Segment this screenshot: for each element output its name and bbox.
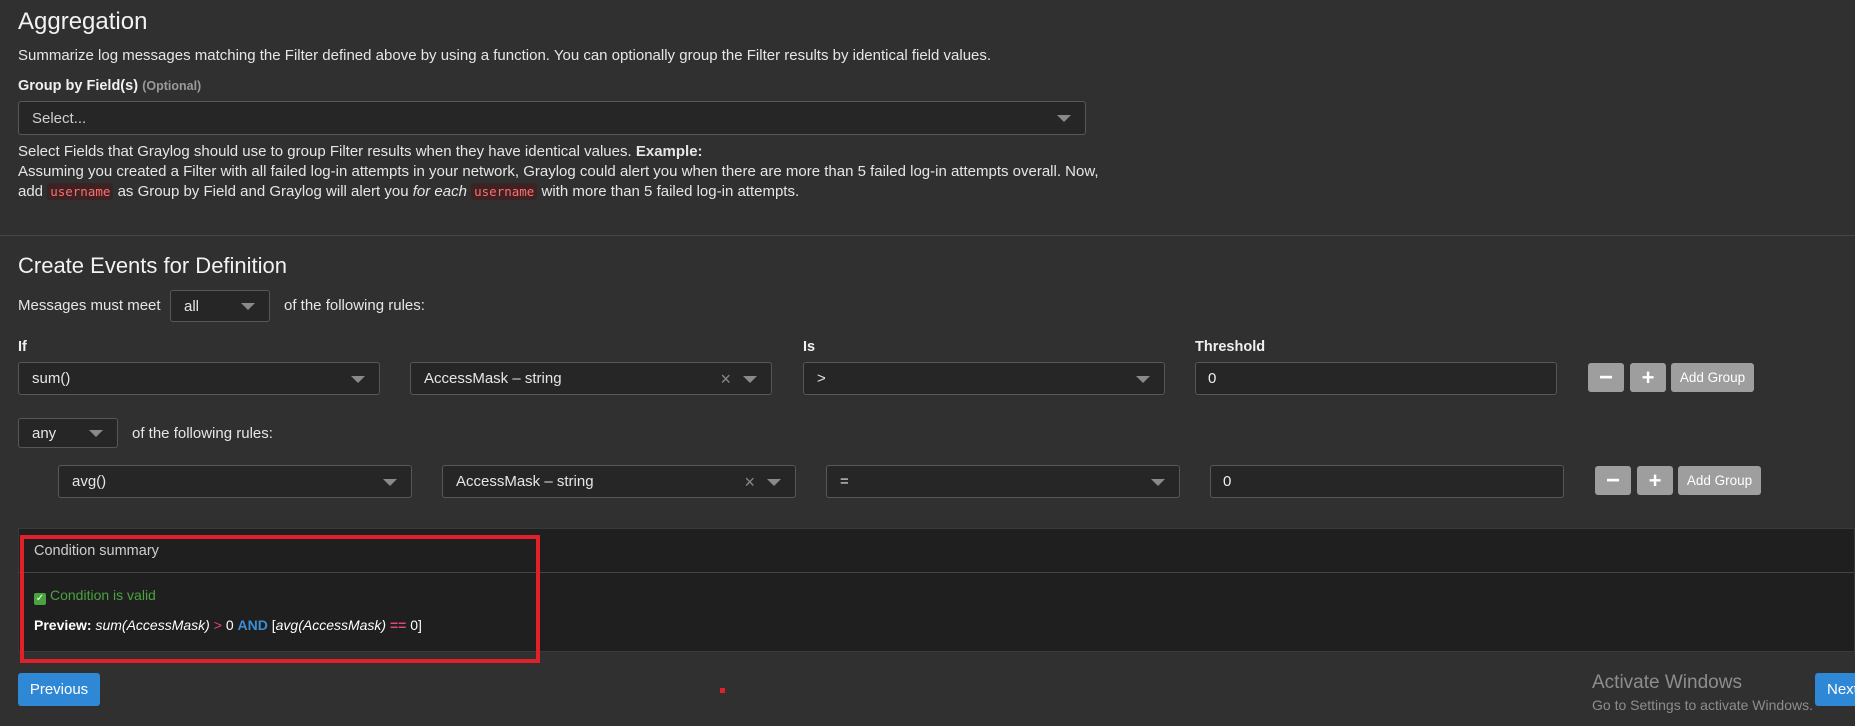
chevron-down-icon xyxy=(241,303,255,310)
windows-watermark-title: Activate Windows xyxy=(1592,672,1742,693)
rule2-remove-button[interactable]: − xyxy=(1595,466,1631,495)
rule1-add-group-button[interactable]: Add Group xyxy=(1671,363,1754,392)
chevron-down-icon xyxy=(767,478,781,486)
chevron-down-icon xyxy=(351,375,365,383)
chevron-down-icon xyxy=(1151,478,1165,486)
group-by-optional: (Optional) xyxy=(142,79,202,93)
group-by-select[interactable]: Select... xyxy=(18,101,1086,135)
chevron-down-icon xyxy=(1136,375,1150,383)
events-title: Create Events for Definition xyxy=(18,253,288,278)
help-line1: Select Fields that Graylog should use to… xyxy=(18,143,632,160)
rule2-threshold-input[interactable]: 0 xyxy=(1210,465,1564,498)
rule1-field-select[interactable]: AccessMask – string × xyxy=(410,362,772,395)
aggregation-title: Aggregation xyxy=(18,8,148,35)
rule1-remove-button[interactable]: − xyxy=(1588,363,1624,392)
group-match-mode-value: any xyxy=(32,424,57,442)
column-threshold: Threshold xyxy=(1195,339,1266,355)
help-line2: Assuming you created a Filter with all f… xyxy=(18,163,1099,180)
section-divider xyxy=(0,235,1855,236)
column-is: Is xyxy=(803,339,816,355)
match-mode-value: all xyxy=(184,297,200,315)
rule2-operator-select[interactable]: = xyxy=(826,465,1180,498)
group-match-mode-select[interactable]: any xyxy=(18,418,118,448)
messages-must-meet-label: Messages must meet xyxy=(18,297,161,314)
rule2-field-select[interactable]: AccessMask – string × xyxy=(442,465,796,498)
aggregation-description: Summarize log messages matching the Filt… xyxy=(18,47,992,64)
group-by-help: Select Fields that Graylog should use to… xyxy=(18,142,1118,202)
help-line3-em: for each xyxy=(412,183,467,200)
rule2-threshold-value: 0 xyxy=(1223,473,1232,490)
rule1-add-button[interactable]: + xyxy=(1630,363,1666,392)
group-by-label-wrap: Group by Field(s) (Optional) xyxy=(18,77,201,94)
rule1-function-value: sum() xyxy=(32,370,71,387)
following-rules-label: of the following rules: xyxy=(284,297,425,314)
rule1-field-value: AccessMask – string xyxy=(424,370,562,387)
chevron-down-icon xyxy=(743,375,757,383)
windows-watermark-subtitle: Go to Settings to activate Windows. xyxy=(1592,697,1813,713)
rule2-function-select[interactable]: avg() xyxy=(58,465,412,498)
chevron-down-icon xyxy=(383,478,397,486)
rule2-add-group-button[interactable]: Add Group xyxy=(1678,466,1761,495)
rule2-add-button[interactable]: + xyxy=(1637,466,1673,495)
rule1-threshold-input[interactable]: 0 xyxy=(1195,362,1557,395)
rule1-operator-select[interactable]: > xyxy=(803,362,1165,395)
help-line3-c: with more than 5 failed log-in attempts. xyxy=(541,183,800,200)
group-by-label: Group by Field(s) xyxy=(18,78,139,94)
help-line3-b: as Group by Field and Graylog will alert… xyxy=(117,183,409,200)
clear-icon[interactable]: × xyxy=(744,473,755,491)
help-line3-a: add xyxy=(18,183,44,200)
group-by-placeholder: Select... xyxy=(32,109,87,127)
chevron-down-icon xyxy=(89,430,103,437)
rule1-threshold-value: 0 xyxy=(1208,370,1217,387)
rule2-field-value: AccessMask – string xyxy=(456,473,594,490)
clear-icon[interactable]: × xyxy=(720,370,731,388)
group-following-rules-label: of the following rules: xyxy=(132,425,273,442)
annotation-highlight-box xyxy=(20,535,540,663)
help-example-label: Example: xyxy=(635,143,703,160)
code-username: username xyxy=(47,183,114,200)
red-dot-marker xyxy=(720,688,725,693)
code-username: username xyxy=(471,183,538,200)
chevron-down-icon xyxy=(1057,115,1071,122)
previous-button[interactable]: Previous xyxy=(18,673,100,706)
rule1-operator-value: > xyxy=(817,370,826,387)
match-mode-select[interactable]: all xyxy=(170,290,270,322)
column-if: If xyxy=(18,339,27,355)
rule1-function-select[interactable]: sum() xyxy=(18,362,380,395)
rule2-operator-value: = xyxy=(840,473,849,490)
rule2-function-value: avg() xyxy=(72,473,107,490)
next-button[interactable]: Next xyxy=(1815,673,1855,706)
